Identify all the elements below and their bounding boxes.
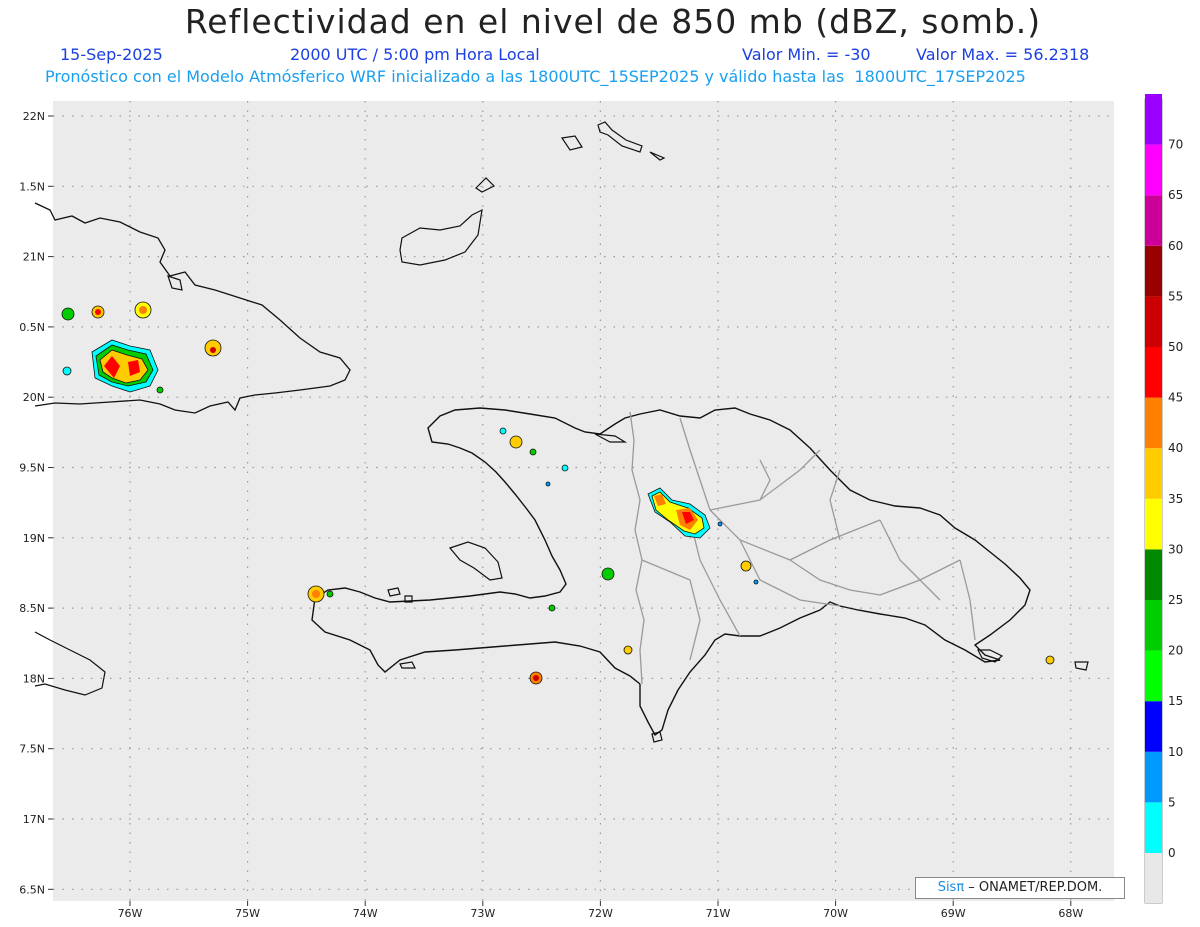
lon-label: 70W [823, 907, 848, 920]
lon-label: 74W [353, 907, 378, 920]
map-background [53, 101, 1114, 901]
colorbar-segment [1145, 751, 1162, 803]
lat-label: 1.5N [19, 180, 45, 193]
colorbar-segment [1145, 245, 1162, 297]
colorbar: 0 5 10 15 20 25 30 35 40 45 50 55 60 65 70 [1144, 94, 1183, 904]
lon-label: 68W [1058, 907, 1083, 920]
lat-label: 8.5N [19, 602, 45, 615]
colorbar-segment [1145, 701, 1162, 752]
credit-brand: Sisπ [937, 880, 965, 895]
colorbar-label: 55 [1168, 289, 1183, 303]
lat-label: 9.5N [19, 462, 45, 475]
reflectivity-map: 22N 1.5N 21N 0.5N 20N 9.5N 19N 8.5N 18N 7.5N 17N 6.… [19, 94, 1183, 920]
lon-label: 73W [470, 907, 495, 920]
lat-label: 22N [23, 110, 45, 123]
lat-label: 18N [23, 672, 45, 685]
colorbar-label: 40 [1168, 441, 1183, 455]
lon-label: 72W [588, 907, 613, 920]
colorbar-label: 25 [1168, 593, 1183, 607]
colorbar-label: 65 [1168, 188, 1183, 202]
lon-label: 75W [235, 907, 260, 920]
colorbar-label: 30 [1168, 542, 1183, 556]
lon-label: 69W [941, 907, 966, 920]
colorbar-label: 15 [1168, 694, 1183, 708]
colorbar-segment [1145, 296, 1162, 347]
colorbar-segment [1145, 144, 1162, 196]
colorbar-label: 50 [1168, 340, 1183, 354]
lat-label: 17N [23, 813, 45, 826]
lon-label: 76W [118, 907, 143, 920]
colorbar-label: 35 [1168, 492, 1183, 506]
colorbar-segment [1145, 94, 1162, 145]
credit-text: – ONAMET/REP.DOM. [964, 880, 1103, 895]
colorbar-below-zero [1145, 853, 1162, 903]
colorbar-segment [1145, 498, 1162, 550]
colorbar-label: 60 [1168, 239, 1183, 253]
lat-label: 7.5N [19, 743, 45, 756]
lon-label: 71W [706, 907, 731, 920]
credit-box: Sisπ – ONAMET/REP.DOM. [915, 877, 1125, 899]
colorbar-label: 0 [1168, 846, 1176, 860]
colorbar-segment [1145, 347, 1162, 398]
colorbar-label: 70 [1168, 138, 1183, 152]
lat-label: 19N [23, 532, 45, 545]
colorbar-label: 45 [1168, 391, 1183, 405]
colorbar-segment [1145, 448, 1162, 499]
colorbar-label: 10 [1168, 745, 1183, 759]
lat-label: 6.5N [19, 883, 45, 896]
colorbar-label: 5 [1168, 795, 1176, 809]
colorbar-label: 20 [1168, 644, 1183, 658]
colorbar-segment [1145, 802, 1162, 853]
colorbar-segment [1145, 195, 1162, 246]
colorbar-segment [1145, 397, 1162, 449]
lat-label: 0.5N [19, 321, 45, 334]
colorbar-segment [1145, 650, 1162, 702]
lat-label: 21N [23, 251, 45, 264]
colorbar-segment [1145, 549, 1162, 600]
lat-label: 20N [23, 391, 45, 404]
colorbar-segment [1145, 600, 1162, 651]
